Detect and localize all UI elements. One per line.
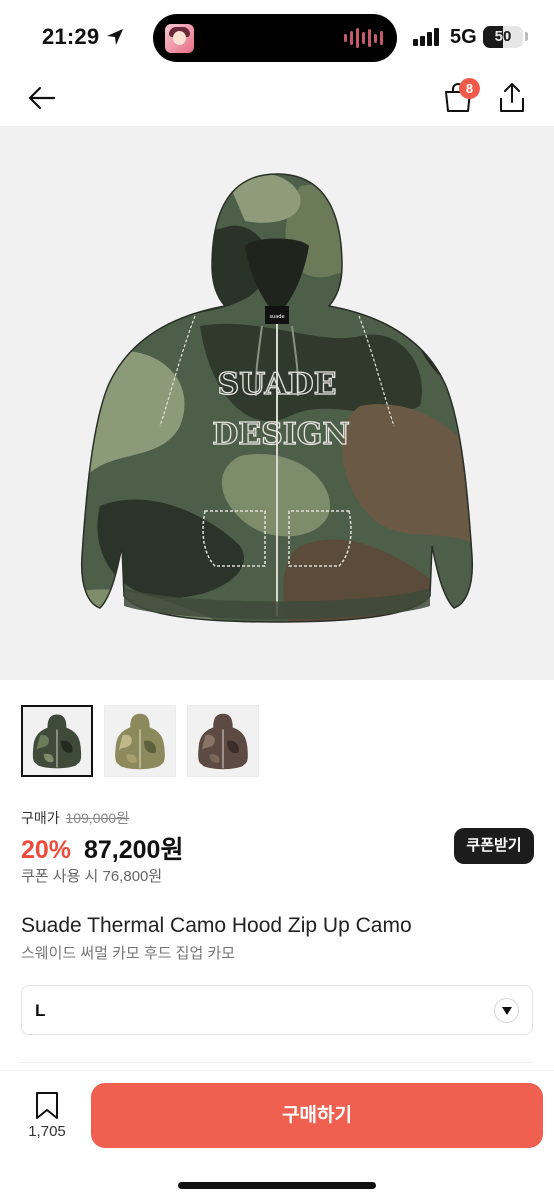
size-select[interactable]: L (21, 985, 533, 1035)
battery-percent: 50 (494, 28, 512, 45)
share-icon[interactable] (494, 80, 530, 116)
status-time: 21:29 (42, 24, 100, 49)
buy-button[interactable]: 구매하기 (91, 1083, 543, 1148)
audio-wave-icon (344, 28, 383, 48)
thumbnail-camo-brown[interactable] (187, 705, 259, 777)
dynamic-island (153, 14, 397, 62)
product-subtitle: 스웨이드 써멀 카모 후드 집업 카모 (21, 945, 236, 962)
get-coupon-button[interactable]: 쿠폰받기 (454, 828, 534, 864)
product-main-image[interactable]: suade SUADE DESIGN (0, 126, 554, 680)
product-title: Suade Thermal Camo Hood Zip Up Camo (21, 914, 412, 937)
bookmark-icon (36, 1092, 58, 1119)
original-price: 109,000원 (65, 810, 130, 826)
back-arrow-icon[interactable] (24, 80, 60, 116)
original-price-label: 구매가 (21, 810, 60, 826)
cart-count-badge: 8 (459, 78, 480, 99)
thumbnail-camo-green[interactable] (21, 705, 93, 777)
thumbnail-camo-olive[interactable] (104, 705, 176, 777)
wishlist-count: 1,705 (28, 1123, 66, 1140)
hood-label-text: suade (269, 314, 284, 320)
thumbnail-strip (21, 705, 259, 777)
signal-bars-icon (413, 28, 439, 46)
battery-tip (525, 32, 528, 41)
sale-price-row: 20% 87,200원 (21, 830, 183, 866)
original-price-row: 구매가 109,000원 (21, 808, 129, 828)
home-indicator (178, 1182, 376, 1189)
camo-hoodie-illustration: suade SUADE DESIGN (0, 126, 554, 680)
print-line-1: SUADE (217, 367, 336, 402)
selected-size: L (35, 1001, 46, 1020)
chevron-down-icon (494, 998, 519, 1023)
wishlist-button[interactable]: 1,705 (22, 1091, 72, 1140)
network-type: 5G (450, 26, 477, 48)
coupon-price-text: 쿠폰 사용 시 76,800원 (21, 868, 163, 885)
sale-price: 87,200원 (84, 836, 184, 864)
status-bar: 21:29 5G 50 (0, 0, 554, 70)
now-playing-avatar (165, 24, 194, 53)
battery-icon: 50 (483, 26, 523, 48)
divider (21, 1062, 533, 1063)
bottom-action-bar: 1,705 구매하기 (0, 1070, 554, 1200)
discount-rate: 20% (21, 836, 72, 864)
print-line-2: DESIGN (212, 417, 350, 452)
location-arrow-icon (107, 29, 123, 45)
